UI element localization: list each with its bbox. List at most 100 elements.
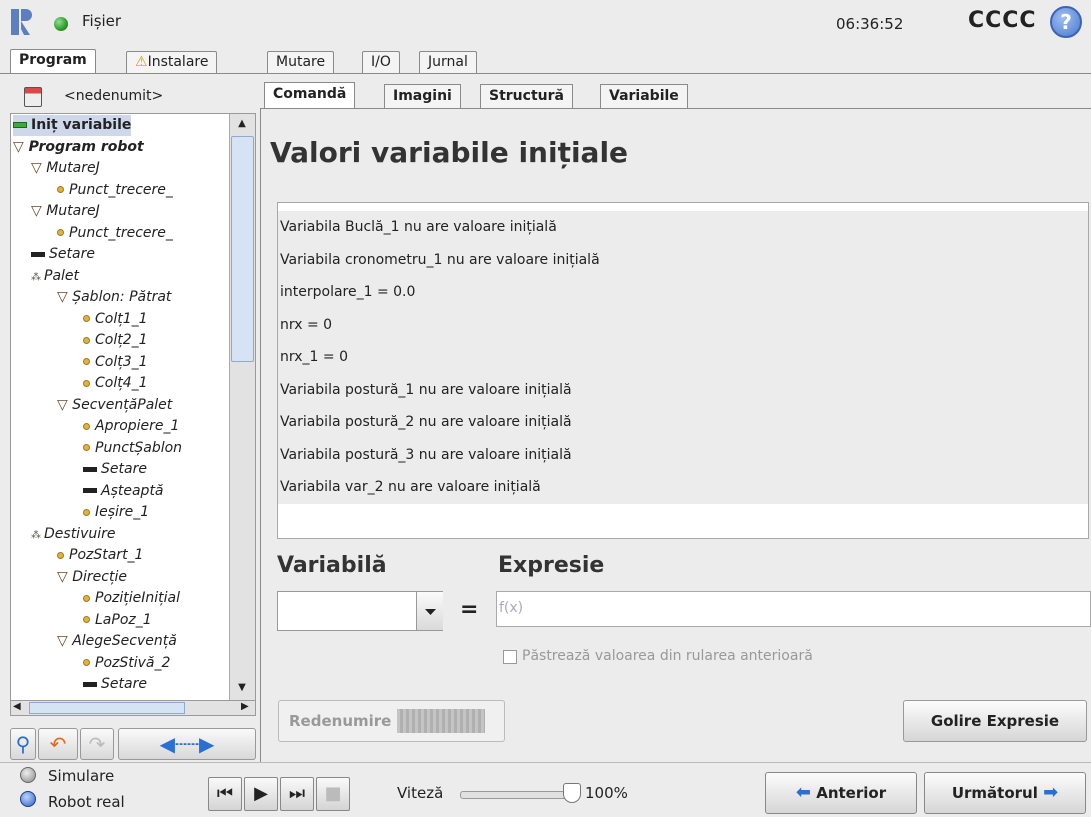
variable-row[interactable]: Variabila Buclă_1 nu are valoare inițial…	[278, 211, 1088, 244]
variable-row[interactable]: Variabila postură_2 nu are valoare iniți…	[278, 406, 1088, 439]
speed-slider-handle[interactable]	[563, 783, 581, 803]
tree-scroll-thumb[interactable]	[231, 136, 254, 362]
rename-button[interactable]: Redenumire	[278, 700, 505, 742]
tab-log[interactable]: Jurnal	[419, 51, 477, 74]
tree-node-label: Iniț variabile	[31, 117, 132, 133]
rename-button-label: Redenumire	[289, 712, 392, 730]
rewind-icon[interactable]: ⏮	[208, 777, 242, 811]
variable-dropdown[interactable]	[277, 591, 443, 631]
tree-node[interactable]: Setare	[83, 459, 147, 480]
stop-icon[interactable]: ■	[316, 777, 350, 811]
speed-slider[interactable]	[460, 791, 570, 799]
tree-node[interactable]: Colț2_1	[83, 330, 148, 351]
next-button[interactable]: Următorul ➡	[924, 772, 1086, 814]
scroll-down-icon[interactable]: ▼	[230, 678, 254, 698]
tree-node[interactable]: ▽ Program robot	[13, 137, 144, 158]
simulation-radio[interactable]	[20, 767, 36, 783]
set-icon	[83, 488, 97, 493]
tab-command[interactable]: Comandă	[264, 82, 356, 109]
tree-node[interactable]: Apropiere_1	[83, 416, 179, 437]
tree-node[interactable]: Punct_trecere_	[57, 180, 173, 201]
variable-row[interactable]: nrx_1 = 0	[278, 341, 1088, 374]
undo-icon[interactable]: ↶	[38, 728, 78, 760]
tree-node[interactable]: Setare	[83, 674, 147, 695]
help-icon[interactable]: ?	[1050, 6, 1082, 38]
tree-horizontal-scrollbar[interactable]: ◀ ▶	[10, 700, 256, 716]
tree-vertical-scrollbar[interactable]: ▲ ▼	[229, 114, 255, 700]
variable-label: Variabilă	[277, 553, 387, 578]
tab-variables-label: Variabile	[609, 88, 679, 104]
tree-node[interactable]: Setare	[31, 244, 95, 265]
tree-node[interactable]: ⁂ Destivuire	[31, 524, 115, 545]
tab-structure-label: Structură	[489, 88, 564, 104]
tree-node[interactable]: PozStivă_2	[83, 653, 170, 674]
tree-node-label: Direcție	[72, 568, 127, 585]
tree-node-label: PozStart_1	[69, 547, 144, 563]
scroll-right-icon[interactable]: ▶	[241, 701, 249, 712]
previous-button-label: Anterior	[816, 784, 887, 802]
tree-node[interactable]: Punct_trecere_	[57, 223, 173, 244]
previous-button[interactable]: ⬅ Anterior	[765, 772, 917, 814]
step-icon[interactable]: ⏭	[280, 777, 314, 811]
variable-list[interactable]: Variabila Buclă_1 nu are valoare inițial…	[277, 202, 1089, 539]
tree-node[interactable]: LaPoz_1	[83, 610, 152, 631]
tree-node[interactable]: ▽ MutareJ	[31, 158, 100, 179]
waypoint-icon	[83, 422, 90, 430]
tree-node-label: PunctȘablon	[95, 439, 183, 456]
variable-row[interactable]: Variabila postură_3 nu are valoare iniți…	[278, 438, 1088, 472]
variable-row[interactable]: Variabila cronometru_1 nu are valoare in…	[278, 243, 1088, 277]
search-icon[interactable]: ⚲	[10, 728, 36, 760]
clock: 06:36:52	[836, 15, 904, 33]
tree-node[interactable]: Așteaptă	[83, 481, 164, 502]
tree-node-label: Ieșire_1	[95, 504, 150, 520]
redo-icon[interactable]: ↷	[80, 728, 114, 760]
tree-node[interactable]: PozițieInițial	[83, 588, 180, 609]
next-button-label: Următorul	[951, 784, 1038, 802]
play-icon[interactable]: ▶	[244, 777, 278, 811]
tree-hscroll-thumb[interactable]	[29, 702, 185, 714]
expression-input[interactable]: f(x)	[496, 591, 1091, 627]
tree-node-label: SecvențăPalet	[72, 396, 173, 413]
tree-node[interactable]: ▽ Direcție	[57, 567, 127, 588]
chevron-down-icon[interactable]	[416, 592, 443, 630]
tab-installation[interactable]: ⚠Instalare	[126, 51, 218, 74]
tree-node[interactable]: PozStart_1	[57, 545, 143, 566]
variable-row[interactable]: Variabila var_2 nu are valoare inițială	[278, 471, 1088, 504]
move-node-icon[interactable]: ◀┄┄▶	[118, 728, 256, 760]
tab-structure[interactable]: Structură	[480, 84, 573, 108]
tab-move[interactable]: Mutare	[267, 51, 335, 74]
tree-node[interactable]: PunctȘablon	[83, 438, 182, 459]
variable-row[interactable]: interpolare_1 = 0.0	[278, 276, 1088, 309]
ur-logo-icon	[11, 9, 32, 35]
program-tree[interactable]: Iniț variabile ▽ Program robot ▽ MutareJ Pu…	[10, 113, 256, 701]
save-icon[interactable]	[24, 87, 42, 107]
tree-node[interactable]: ▽ SecvențăPalet	[57, 395, 172, 416]
tab-program[interactable]: Program	[10, 49, 96, 74]
collapse-triangle-icon: ▽	[57, 633, 73, 649]
waypoint-icon	[83, 659, 90, 666]
tab-io[interactable]: I/O	[362, 51, 400, 74]
tree-node[interactable]: ▽ AlegeSecvență	[57, 631, 177, 652]
tree-node[interactable]: Colț1_1	[83, 309, 148, 330]
tab-graphics[interactable]: Imagini	[384, 84, 461, 108]
tree-node[interactable]: ⁂ Palet	[31, 266, 79, 287]
collapse-triangle-icon: ▽	[31, 203, 47, 219]
scroll-up-icon[interactable]: ▲	[230, 114, 254, 134]
tree-node[interactable]: ▽ MutareJ	[31, 201, 100, 222]
keyboard-icon	[397, 709, 485, 733]
tree-node[interactable]: Colț4_1	[83, 373, 148, 394]
keep-value-checkbox[interactable]	[503, 650, 517, 664]
scroll-left-icon[interactable]: ◀	[13, 701, 21, 712]
real-robot-radio[interactable]	[20, 791, 36, 807]
tree-node[interactable]: Iniț variabile	[13, 115, 132, 136]
variable-row[interactable]: Variabila postură_1 nu are valoare iniți…	[278, 373, 1088, 407]
keep-value-label: Păstrează valoarea din rularea anterioar…	[522, 648, 813, 664]
tree-node[interactable]: Colț3_1	[83, 352, 148, 373]
arrow-left-icon: ⬅	[795, 782, 811, 803]
clear-expression-button[interactable]: Golire Expresie	[903, 700, 1087, 742]
variable-row[interactable]: nrx = 0	[278, 308, 1088, 342]
tree-node[interactable]: ▽ Șablon: Pătrat	[57, 287, 171, 308]
tree-node[interactable]: Ieșire_1	[83, 502, 149, 523]
tab-variables[interactable]: Variabile	[600, 84, 688, 108]
file-menu[interactable]: Fișier	[82, 12, 121, 30]
